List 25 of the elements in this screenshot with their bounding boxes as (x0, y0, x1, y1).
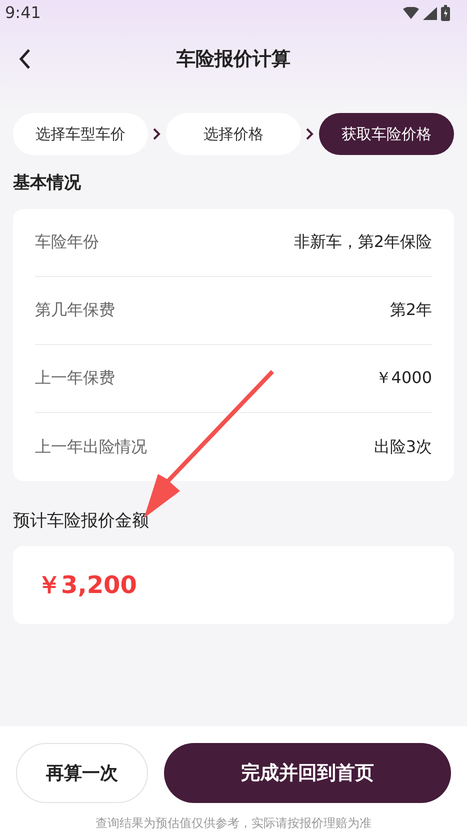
wifi-icon (403, 7, 419, 19)
back-icon[interactable] (18, 48, 32, 70)
step-tab[interactable]: 获取车险价格 (319, 113, 454, 155)
row-label: 上一年保费 (35, 367, 115, 389)
section-title: 预计车险报价金额 (12, 510, 150, 532)
battery-icon (441, 5, 450, 21)
row-label: 车险年份 (35, 231, 99, 253)
row-value: 第2年 (390, 299, 432, 321)
step-tab[interactable]: 选择价格 (166, 113, 301, 155)
row-label: 第几年保费 (35, 299, 115, 321)
disclaimer-text: 查询结果为预估值仅供参考，实际请按报价理赔为准 (94, 815, 372, 832)
finish-button[interactable]: 完成并回到首页 (164, 743, 451, 803)
row-value: 出险3次 (374, 436, 432, 458)
signal-icon (423, 6, 437, 20)
status-time: 9:41 (5, 2, 41, 24)
step-tab[interactable]: 选择车型车价 (13, 113, 148, 155)
quote-amount: ￥3,200 (37, 570, 137, 601)
section-title: 基本情况 (12, 172, 82, 195)
row-value: 非新车，第2年保险 (294, 231, 432, 253)
chevron-icon (306, 128, 314, 140)
row-label: 上一年出险情况 (35, 436, 147, 458)
chevron-icon (153, 128, 161, 140)
recalculate-button[interactable]: 再算一次 (16, 743, 148, 803)
row-value: ￥4000 (375, 367, 432, 389)
page-title: 车险报价计算 (176, 46, 290, 72)
